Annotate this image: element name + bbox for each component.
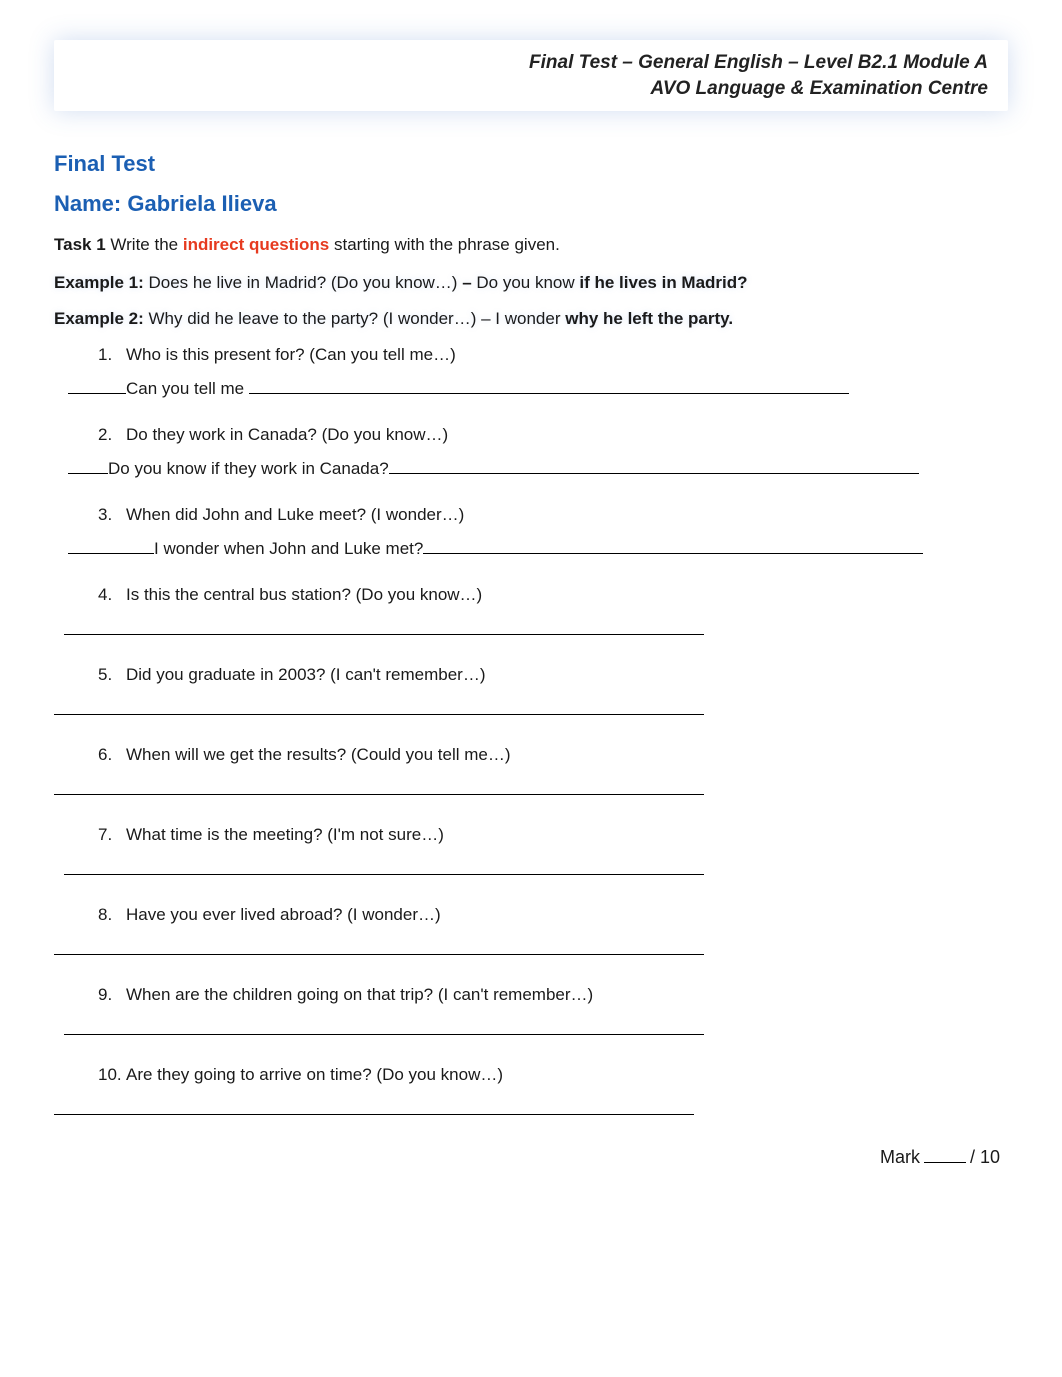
question-number: 4.: [98, 585, 126, 605]
example-prompt: Why did he leave to the party? (I wonder…: [149, 309, 566, 328]
answer-rest-blank: [423, 537, 923, 554]
question-text: When will we get the results? (Could you…: [126, 745, 511, 764]
task-highlight: indirect questions: [183, 235, 329, 254]
task-label: Task 1: [54, 235, 106, 254]
example-2: Example 2: Why did he leave to the party…: [54, 309, 1008, 329]
question-text: Who is this present for? (Can you tell m…: [126, 345, 456, 364]
example-1: Example 1: Does he live in Madrid? (Do y…: [54, 273, 1008, 293]
question-number: 3.: [98, 505, 126, 525]
mark-label: Mark: [880, 1147, 920, 1167]
mark-total: / 10: [970, 1147, 1000, 1167]
student-name-line: Name: Gabriela Ilieva: [54, 191, 1008, 217]
name-value: Gabriela Ilieva: [127, 191, 276, 216]
question-item: 10.Are they going to arrive on time? (Do…: [98, 1065, 1008, 1085]
page-title: Final Test: [54, 151, 1008, 177]
question-text: Did you graduate in 2003? (I can't remem…: [126, 665, 485, 684]
answer-blank[interactable]: [54, 777, 704, 795]
header-line-1: Final Test – General English – Level B2.…: [74, 50, 988, 76]
example-label: Example 2:: [54, 309, 144, 328]
answer-blank[interactable]: [64, 617, 704, 635]
header-line-2: AVO Language & Examination Centre: [74, 76, 988, 102]
question-number: 9.: [98, 985, 126, 1005]
task-instruction: Task 1 Write the indirect questions star…: [54, 235, 1008, 255]
question-text: When did John and Luke meet? (I wonder…): [126, 505, 464, 524]
example-label: Example 1:: [54, 273, 144, 292]
answer-blank[interactable]: [64, 1017, 704, 1035]
answer-typed-text: Do you know if they work in Canada?: [108, 459, 389, 478]
answer-line[interactable]: Can you tell me: [68, 377, 1008, 399]
answer-blank[interactable]: [54, 697, 704, 715]
question-text: What time is the meeting? (I'm not sure……: [126, 825, 444, 844]
question-item: 8.Have you ever lived abroad? (I wonder……: [98, 905, 1008, 925]
example-answer: why he left the party.: [565, 309, 733, 328]
example-answer: if he lives in Madrid?: [579, 273, 747, 292]
example-dash: –: [462, 273, 471, 292]
task-text-before: Write the: [110, 235, 182, 254]
answer-rest-blank: [249, 377, 849, 394]
question-number: 6.: [98, 745, 126, 765]
question-item: 4.Is this the central bus station? (Do y…: [98, 585, 1008, 605]
question-item: 2.Do they work in Canada? (Do you know…): [98, 425, 1008, 445]
question-number: 10.: [98, 1065, 126, 1085]
answer-typed-text: I wonder when John and Luke met?: [154, 539, 423, 558]
name-label: Name:: [54, 191, 121, 216]
question-number: 1.: [98, 345, 126, 365]
mark-row: Mark / 10: [54, 1145, 1008, 1168]
question-number: 7.: [98, 825, 126, 845]
question-item: 7.What time is the meeting? (I'm not sur…: [98, 825, 1008, 845]
question-item: 6.When will we get the results? (Could y…: [98, 745, 1008, 765]
question-item: 9.When are the children going on that tr…: [98, 985, 1008, 1005]
answer-prefix-blank: [68, 537, 154, 554]
question-item: 5.Did you graduate in 2003? (I can't rem…: [98, 665, 1008, 685]
answer-prefix-blank: [68, 457, 108, 474]
mark-blank[interactable]: [924, 1145, 966, 1163]
header-banner: Final Test – General English – Level B2.…: [54, 40, 1008, 111]
answer-line[interactable]: I wonder when John and Luke met?: [68, 537, 1008, 559]
answer-blank[interactable]: [64, 857, 704, 875]
question-text: Do they work in Canada? (Do you know…): [126, 425, 448, 444]
question-number: 2.: [98, 425, 126, 445]
question-text: Are they going to arrive on time? (Do yo…: [126, 1065, 503, 1084]
answer-rest-blank: [389, 457, 919, 474]
answer-blank[interactable]: [54, 1097, 694, 1115]
answer-line[interactable]: Do you know if they work in Canada?: [68, 457, 1008, 479]
question-text: When are the children going on that trip…: [126, 985, 593, 1004]
example-prompt: Does he live in Madrid? (Do you know…): [149, 273, 463, 292]
question-number: 5.: [98, 665, 126, 685]
task-text-after: starting with the phrase given.: [329, 235, 560, 254]
answer-blank[interactable]: [54, 937, 704, 955]
answer-typed-text: Can you tell me: [126, 379, 249, 398]
questions-list: 1.Who is this present for? (Can you tell…: [54, 345, 1008, 1115]
question-number: 8.: [98, 905, 126, 925]
example-lead: Do you know: [472, 273, 580, 292]
question-item: 3.When did John and Luke meet? (I wonder…: [98, 505, 1008, 525]
answer-prefix-blank: [68, 377, 126, 394]
question-item: 1.Who is this present for? (Can you tell…: [98, 345, 1008, 365]
question-text: Have you ever lived abroad? (I wonder…): [126, 905, 441, 924]
question-text: Is this the central bus station? (Do you…: [126, 585, 482, 604]
